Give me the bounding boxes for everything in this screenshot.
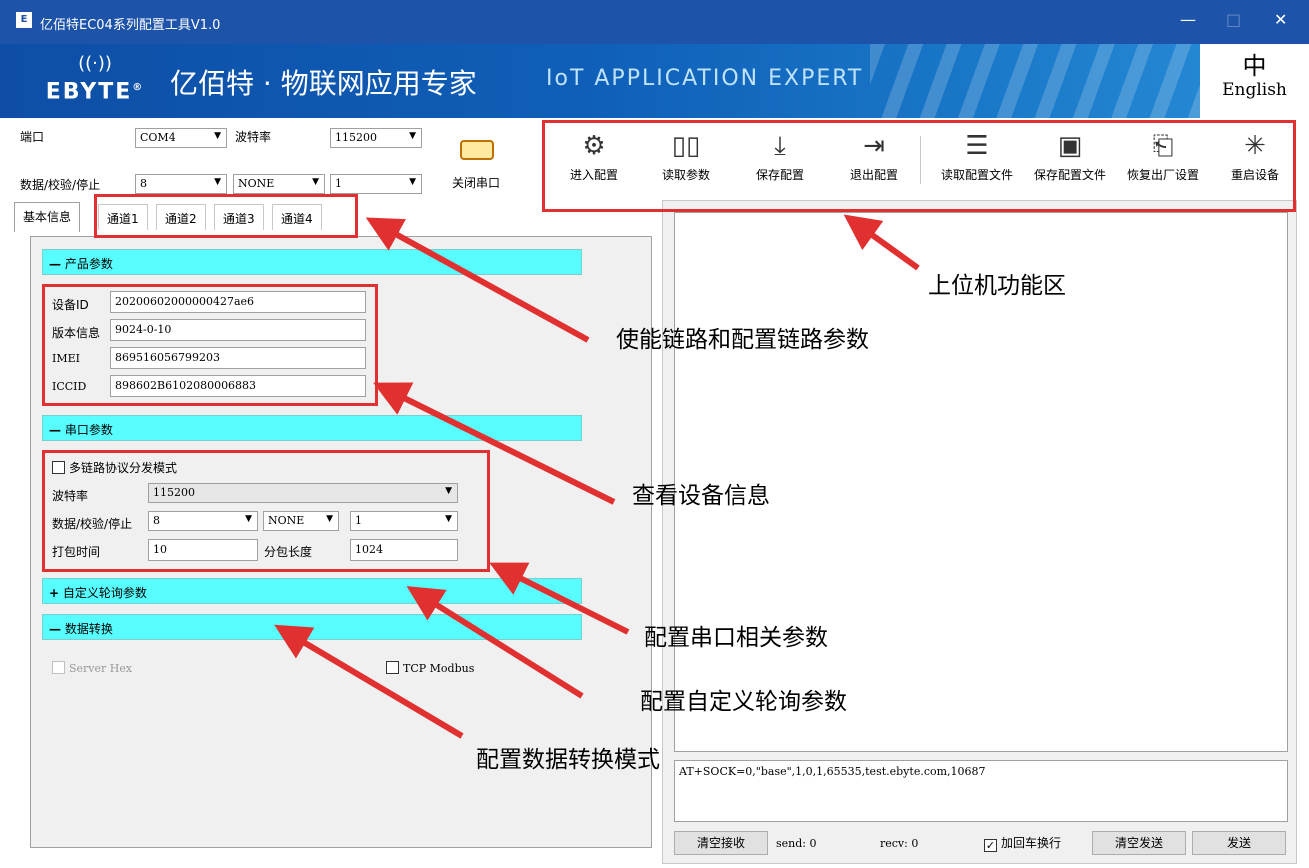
send-area[interactable]: AT+SOCK=0,"base",1,0,1,65535,test.ebyte.… — [674, 760, 1288, 822]
baud-value: 115200 — [335, 131, 377, 144]
serial-port-icon[interactable] — [460, 140, 494, 160]
crlf-label: 加回车换行 — [1001, 836, 1062, 850]
check-icon: ✓ — [984, 839, 997, 852]
signal-icon: ((·)) — [78, 53, 112, 74]
tcp-modbus-checkbox[interactable]: TCP Modbus — [386, 661, 474, 675]
crlf-checkbox[interactable]: ✓ 加回车换行 — [984, 834, 1061, 852]
parity-value: NONE — [238, 177, 275, 190]
polling-params-title: 自定义轮询参数 — [62, 586, 147, 600]
stop-bits-value: 1 — [335, 177, 342, 190]
annotation-serial-config: 配置串口相关参数 — [644, 625, 828, 651]
collapse-icon: — — [49, 257, 61, 271]
title-bar: E 亿佰特EC04系列配置工具V1.0 — □ ✕ — [0, 0, 1309, 44]
toolbar-highlight — [542, 120, 1296, 212]
collapse-icon: — — [49, 423, 61, 437]
expand-icon: + — [49, 586, 60, 600]
product-params-header[interactable]: — 产品参数 — [42, 249, 582, 275]
port-value: COM4 — [140, 131, 176, 144]
app-icon: E — [16, 12, 32, 28]
dps-label: 数据/校验/停止 — [20, 178, 101, 192]
send-button[interactable]: 发送 — [1192, 831, 1286, 855]
annotation-link-config: 使能链路和配置链路参数 — [616, 327, 869, 353]
window-title: 亿佰特EC04系列配置工具V1.0 — [40, 18, 221, 33]
checkbox-icon — [52, 661, 65, 674]
banner-stripes — [870, 44, 1200, 118]
tab-basic-info[interactable]: 基本信息 — [14, 202, 81, 232]
registered-mark: ® — [132, 82, 145, 93]
server-hex-label: Server Hex — [69, 662, 133, 675]
close-button[interactable]: ✕ — [1274, 10, 1287, 29]
language-label: English — [1222, 80, 1287, 100]
parity-select[interactable]: NONE ▼ — [233, 174, 325, 194]
collapse-icon: — — [49, 622, 61, 636]
logo-text: EBYTE — [45, 79, 133, 105]
data-bits-value: 8 — [140, 177, 147, 190]
banner-cn-title: 亿佰特 · 物联网应用专家 — [170, 67, 477, 100]
annotation-host-functions: 上位机功能区 — [928, 273, 1066, 299]
serial-params-header[interactable]: — 串口参数 — [42, 415, 582, 441]
tabs-highlight — [94, 194, 358, 238]
checkbox-icon — [386, 661, 399, 674]
brand-banner: ((·)) EBYTE® 亿佰特 · 物联网应用专家 IoT APPLICATI… — [0, 44, 1309, 118]
data-convert-header[interactable]: — 数据转换 — [42, 614, 582, 640]
clear-receive-button[interactable]: 清空接收 — [674, 831, 768, 855]
data-convert-title: 数据转换 — [64, 622, 113, 636]
data-bits-select[interactable]: 8 ▼ — [135, 174, 227, 194]
language-switch[interactable]: 中 English — [1200, 44, 1309, 118]
port-label: 端口 — [20, 130, 45, 144]
annotation-device-info: 查看设备信息 — [632, 483, 770, 509]
serial-params-title: 串口参数 — [64, 423, 113, 437]
serial-highlight — [42, 450, 490, 572]
annotation-convert-config: 配置数据转换模式 — [476, 747, 660, 773]
product-params-title: 产品参数 — [64, 257, 113, 271]
send-count: send: 0 — [776, 837, 817, 850]
minimize-button[interactable]: — — [1180, 10, 1196, 29]
recv-count: recv: 0 — [880, 837, 919, 850]
port-select[interactable]: COM4 ▼ — [135, 128, 227, 148]
baud-label: 波特率 — [235, 130, 272, 144]
baud-select[interactable]: 115200 ▼ — [330, 128, 422, 148]
stop-bits-select[interactable]: 1 ▼ — [330, 174, 422, 194]
tcp-modbus-label: TCP Modbus — [403, 662, 475, 675]
maximize-button[interactable]: □ — [1226, 10, 1241, 29]
close-port-button[interactable]: 关闭串口 — [452, 174, 500, 191]
chinese-english-icon: 中 — [1242, 52, 1267, 80]
polling-params-header[interactable]: + 自定义轮询参数 — [42, 578, 582, 604]
clear-send-button[interactable]: 清空发送 — [1092, 831, 1186, 855]
server-hex-checkbox[interactable]: Server Hex — [52, 661, 132, 675]
product-highlight — [42, 284, 378, 406]
banner-en-title: IoT APPLICATION EXPERT — [546, 66, 864, 91]
annotation-polling-config: 配置自定义轮询参数 — [640, 689, 847, 715]
ebyte-logo: ((·)) EBYTE® — [40, 54, 150, 110]
